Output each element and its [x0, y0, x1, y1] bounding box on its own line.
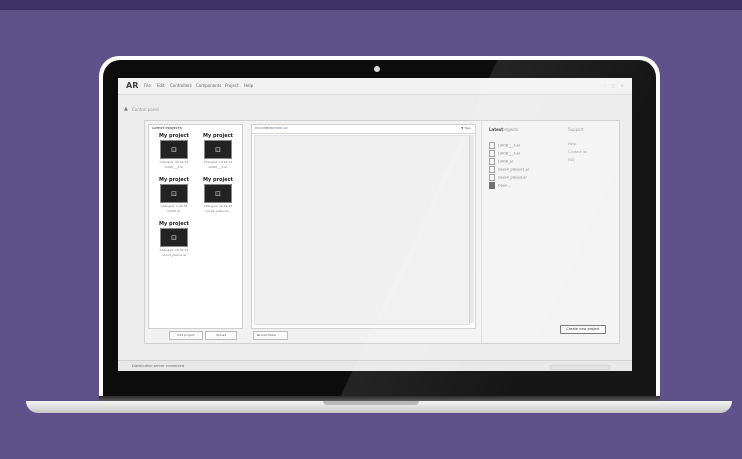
recent-item[interactable]: novo4_plexux.ar — [489, 174, 527, 181]
documentation-all-link[interactable]: (all) — [282, 126, 288, 130]
menu-edit[interactable]: Edit — [157, 83, 165, 88]
latest-projects-header: LATEST PROJECTS — [152, 126, 182, 130]
project-card[interactable]: My project ⊡ Changed: 14.02.12 LVIO8___3… — [196, 133, 240, 169]
menu-bar: AR File Edit Controllers Components Proj… — [118, 78, 632, 95]
documentation-list[interactable] — [254, 135, 470, 325]
upload-button[interactable]: Upload — [205, 331, 237, 340]
project-thumbnail: ⊡ — [204, 184, 232, 203]
panel-title: Control panel — [132, 107, 159, 112]
project-title: My project — [159, 133, 189, 139]
camera-icon — [374, 66, 380, 72]
faq-link[interactable]: FAQ — [568, 158, 575, 162]
file-icon — [489, 166, 495, 173]
add-folder-button[interactable]: ▬ Add folder — [253, 331, 288, 340]
documentation-label: DOCUMENTATION — [255, 126, 282, 130]
recent-item[interactable]: LVIO8___3.ar — [489, 142, 520, 149]
project-thumbnail: ⊡ — [204, 140, 232, 159]
projects-label: projects — [502, 127, 518, 132]
window-controls[interactable]: – ▢ ✕ — [604, 83, 626, 88]
project-changed: Changed: 14.02.12 — [203, 160, 233, 164]
project-file: LVIO8_ar — [167, 209, 181, 213]
project-thumbnail: ⊡ — [160, 140, 188, 159]
laptop-screen: AR File Edit Controllers Components Proj… — [118, 78, 632, 371]
file-icon — [489, 158, 495, 165]
add-folder-label: Add folder — [260, 333, 277, 337]
project-thumbnail: ⊡ — [160, 184, 188, 203]
help-link[interactable]: Help — [568, 142, 576, 146]
recent-item[interactable]: novo4_plexux2.ar — [489, 166, 529, 173]
project-title: My project — [203, 133, 233, 139]
project-changed: Changed: 1.09.15 — [160, 204, 188, 208]
recent-item[interactable]: LVIO8___3.ar — [489, 150, 520, 157]
project-card[interactable]: My project ⊡ Changed: 16.02.16 LVIO8___3… — [152, 133, 196, 169]
project-file: novo4_plexux2... — [205, 209, 231, 213]
recent-item[interactable]: LVIO8_ar — [489, 158, 513, 165]
support-label: Support — [568, 127, 584, 132]
project-changed: Changed: 16.02.16 — [159, 160, 189, 164]
documentation-panel: DOCUMENTATION (all) ▼ Tags — [251, 124, 476, 329]
project-card[interactable]: My project ⊡ Changed: 16.02.15 novo4_ple… — [196, 177, 240, 213]
project-card[interactable]: My project ⊡ Changed: 16.02.15 novo4_ple… — [152, 221, 196, 257]
open-item[interactable]: Open... — [489, 182, 511, 189]
project-thumbnail: ⊡ — [160, 228, 188, 247]
latest-projects-panel: LATEST PROJECTS My project ⊡ Changed: 16… — [148, 124, 243, 329]
top-strip — [0, 0, 742, 10]
tags-dropdown[interactable]: ▼ Tags — [461, 126, 471, 130]
app-logo: AR — [126, 81, 139, 90]
project-file: LVIO8___3.ar — [208, 165, 228, 169]
project-card[interactable]: My project ⊡ Changed: 1.09.15 LVIO8_ar — [152, 177, 196, 213]
file-icon — [489, 142, 495, 149]
documentation-header: DOCUMENTATION (all) ▼ Tags — [252, 125, 475, 134]
menu-help[interactable]: Help — [244, 83, 253, 88]
project-title: My project — [203, 177, 233, 183]
project-changed: Changed: 16.02.15 — [159, 248, 189, 252]
project-changed: Changed: 16.02.15 — [203, 204, 233, 208]
documentation-scrollbar[interactable] — [469, 135, 474, 323]
panel-icon: ▲ — [124, 106, 128, 112]
laptop-notch — [323, 401, 419, 405]
edit-project-button[interactable]: Edit project — [169, 331, 203, 340]
status-progress — [550, 365, 610, 370]
project-title: My project — [159, 177, 189, 183]
create-project-button[interactable]: Create new project — [560, 325, 606, 334]
contact-link[interactable]: Contact us — [568, 150, 587, 154]
file-icon — [489, 150, 495, 157]
status-text: Distribution server connected — [132, 364, 185, 368]
project-file: LVIO8___3.ar — [164, 165, 184, 169]
menu-controllers[interactable]: Controllers — [170, 83, 192, 88]
folder-icon — [489, 182, 495, 189]
project-file: novo4_plexux.ar — [161, 253, 187, 257]
status-bar: Distribution server connected — [118, 360, 632, 371]
menu-components[interactable]: Components — [196, 83, 221, 88]
right-sidebar: Latest projects Support LVIO8___3.ar LVI… — [481, 121, 619, 343]
menu-project[interactable]: Project — [225, 83, 239, 88]
menu-file[interactable]: File — [144, 83, 151, 88]
file-icon — [489, 174, 495, 181]
control-panel: LATEST PROJECTS My project ⊡ Changed: 16… — [144, 120, 620, 344]
project-title: My project — [159, 221, 189, 227]
